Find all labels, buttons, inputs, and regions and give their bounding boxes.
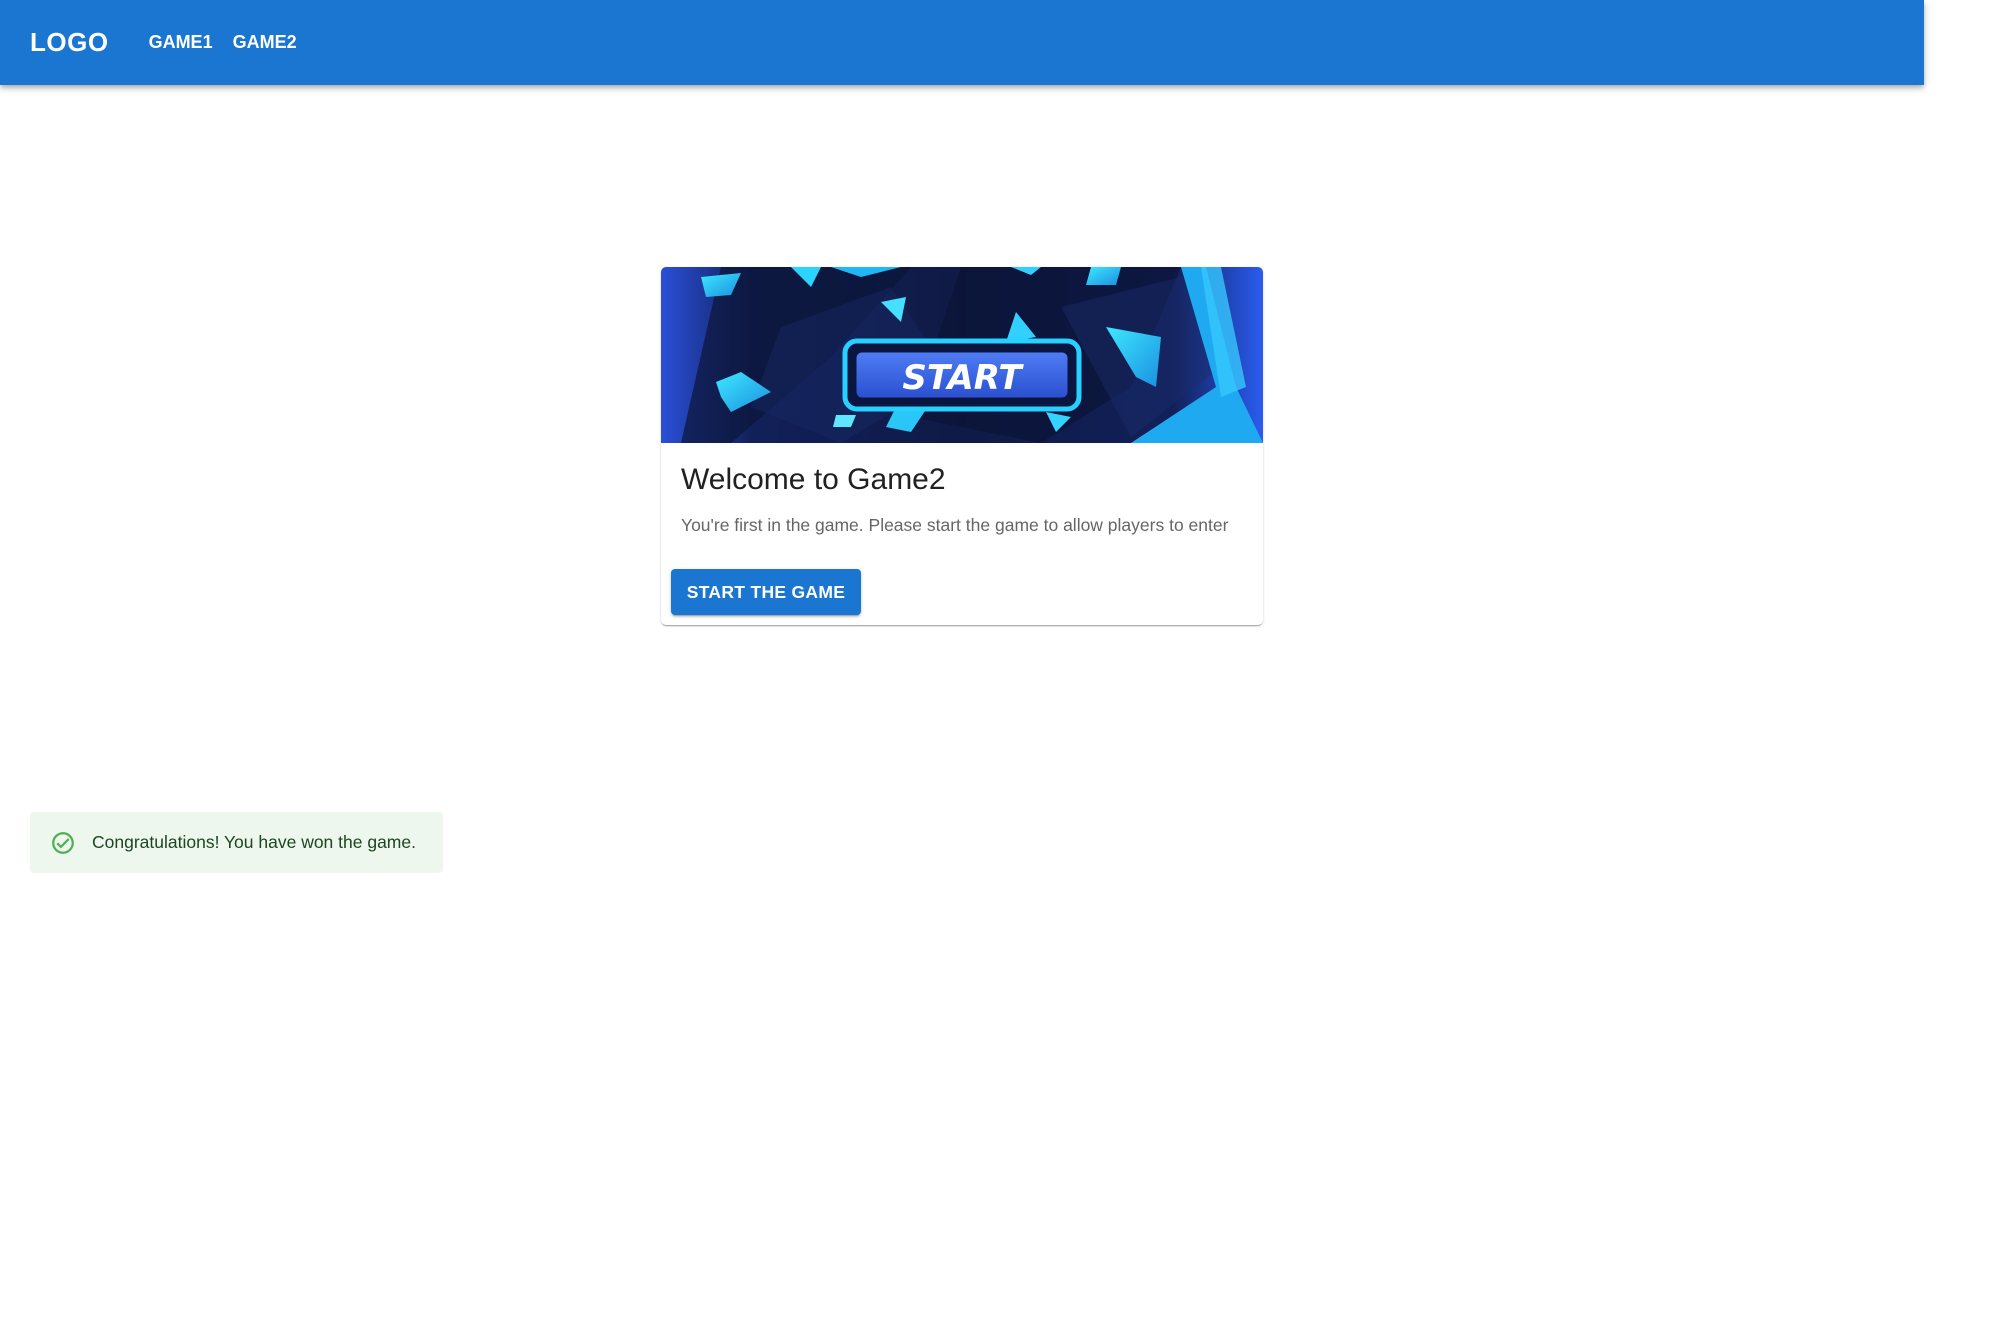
card-description: You're first in the game. Please start t… xyxy=(681,515,1229,535)
nav-link-game1[interactable]: GAME1 xyxy=(139,24,223,61)
alert-message: Congratulations! You have won the game. xyxy=(92,832,416,852)
start-game-button[interactable]: START THE GAME xyxy=(671,569,861,615)
card-banner-image: START xyxy=(661,267,1263,443)
check-circle-icon xyxy=(50,830,76,856)
nav-link-game2[interactable]: GAME2 xyxy=(223,24,307,61)
banner-start-text: START xyxy=(902,358,1024,398)
game-card: START Welcome to Game2 You're first in t… xyxy=(661,267,1263,625)
card-title: Welcome to Game2 xyxy=(681,463,946,496)
success-alert: Congratulations! You have won the game. xyxy=(30,812,443,873)
logo[interactable]: LOGO xyxy=(30,27,109,58)
app-bar: LOGO GAME1 GAME2 xyxy=(0,0,1924,85)
